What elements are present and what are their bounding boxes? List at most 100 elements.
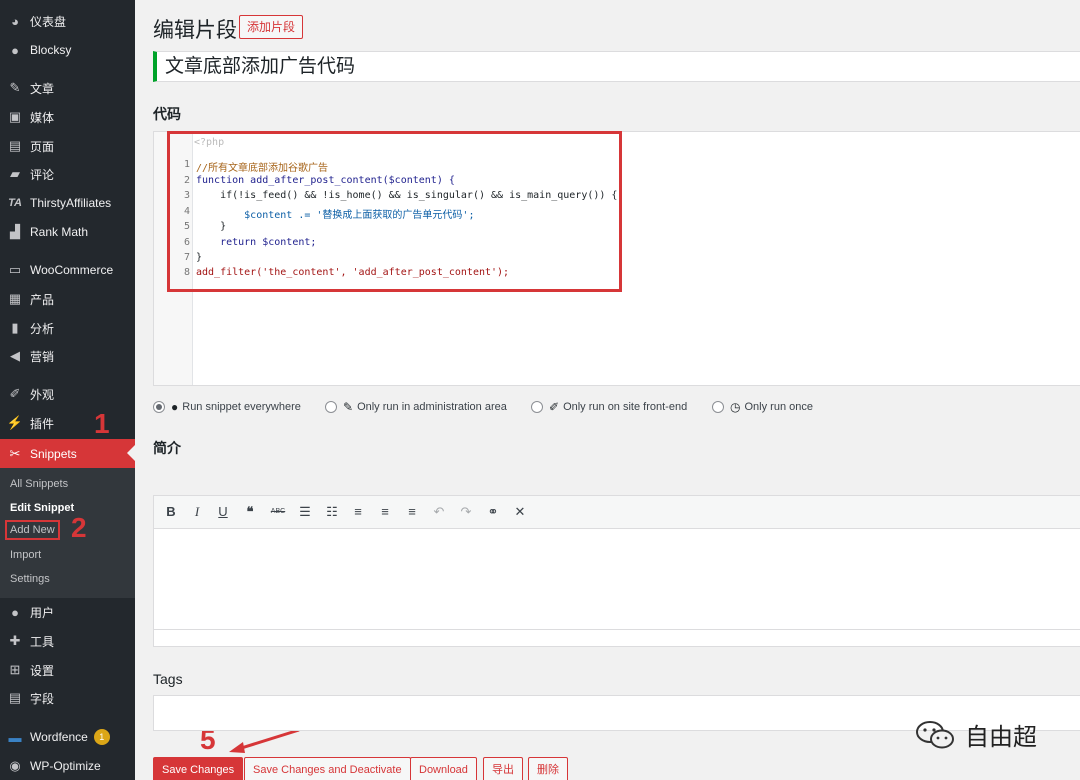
watermark: 自由超 — [915, 717, 1037, 752]
fullscreen-icon[interactable]: ✕ — [511, 504, 529, 520]
radio-checked[interactable] — [153, 401, 165, 413]
menu-label: 分析 — [30, 321, 55, 336]
wordfence-icon: ▬ — [8, 729, 22, 745]
undo-icon[interactable]: ↶ — [430, 504, 448, 520]
plugins-icon: ⚡ — [6, 415, 24, 430]
radio[interactable] — [531, 401, 543, 413]
dashboard-icon: ◕ — [11, 13, 19, 29]
bold-icon[interactable]: B — [162, 504, 180, 519]
scope-everywhere[interactable]: ● Run snippet everywhere — [153, 400, 301, 414]
redo-icon[interactable]: ↷ — [457, 504, 475, 520]
scope-frontend[interactable]: ✐ Only run on site front-end — [531, 400, 687, 414]
watermark-text: 自由超 — [965, 723, 1037, 751]
menu-comments[interactable]: ▰ 评论 — [0, 160, 135, 188]
appearance-icon: ✐ — [9, 386, 21, 401]
menu-dashboard[interactable]: ◕ 仪表盘 — [0, 7, 135, 35]
menu-label: 仪表盘 — [30, 14, 67, 29]
snippets-submenu: All Snippets Edit Snippet Add New Import… — [0, 468, 135, 598]
settings-icon: ⊞ — [9, 662, 21, 677]
scope-label: Only run in administration area — [357, 401, 507, 413]
delete-button[interactable]: 删除 — [528, 757, 568, 780]
menu-settings[interactable]: ⊞ 设置 — [0, 656, 135, 684]
users-icon: ● — [11, 604, 19, 620]
menu-label: WP-Optimize — [30, 759, 101, 773]
wechat-icon — [916, 720, 954, 748]
menu-posts[interactable]: ✎ 文章 — [0, 74, 135, 102]
scope-label: Only run once — [744, 401, 813, 413]
menu-wordfence[interactable]: ▬ Wordfence 1 — [0, 723, 135, 751]
tools-icon: ✚ — [9, 633, 21, 648]
numbered-list-icon[interactable]: ☷ — [323, 504, 341, 520]
menu-rankmath[interactable]: ▟ Rank Math — [0, 218, 135, 246]
wpoptimize-icon: ◉ — [9, 758, 21, 773]
menu-analytics[interactable]: ▮ 分析 — [0, 314, 135, 342]
align-left-icon[interactable]: ≡ — [349, 504, 367, 519]
menu-users[interactable]: ● 用户 — [0, 598, 135, 626]
radio[interactable] — [325, 401, 337, 413]
blocksy-icon: ● — [11, 42, 19, 58]
description-editor[interactable]: B I U ❝ ABC ☰ ☷ ≡ ≡ ≡ ↶ ↷ ⚭ ✕ — [153, 495, 1080, 647]
menu-label: 文章 — [30, 81, 55, 96]
scope-once[interactable]: ◷ Only run once — [712, 400, 813, 414]
editor-toolbar: B I U ❝ ABC ☰ ☷ ≡ ≡ ≡ ↶ ↷ ⚭ ✕ — [154, 496, 1080, 529]
menu-label: 产品 — [30, 292, 55, 307]
menu-blocksy[interactable]: ● Blocksy — [0, 36, 135, 64]
menu-thirstyaffiliates[interactable]: TA ThirstyAffiliates — [0, 189, 135, 217]
media-icon: ▣ — [8, 109, 22, 124]
menu-pages[interactable]: ▤ 页面 — [0, 132, 135, 160]
fields-icon: ▤ — [8, 690, 22, 705]
menu-media[interactable]: ▣ 媒体 — [0, 103, 135, 131]
rankmath-icon: ▟ — [10, 224, 20, 239]
save-deactivate-button[interactable]: Save Changes and Deactivate — [244, 757, 411, 780]
underline-icon[interactable]: U — [214, 504, 232, 519]
menu-label: 评论 — [30, 167, 55, 182]
menu-marketing[interactable]: ◀ 营销 — [0, 342, 135, 370]
snippet-title-input[interactable]: 文章底部添加广告代码 — [153, 51, 1080, 82]
annotation-1: 1 — [94, 408, 110, 439]
menu-snippets[interactable]: ✂ Snippets — [0, 439, 135, 469]
submenu-import[interactable]: Import — [10, 549, 41, 561]
submenu-add-new[interactable]: Add New — [5, 520, 60, 540]
blockquote-icon[interactable]: ❝ — [241, 504, 259, 520]
menu-label: 工具 — [30, 634, 55, 649]
menu-tools[interactable]: ✚ 工具 — [0, 627, 135, 655]
radio[interactable] — [712, 401, 724, 413]
add-snippet-button[interactable]: 添加片段 — [239, 15, 304, 39]
comments-icon: ▰ — [10, 166, 20, 181]
code-highlight-box — [167, 131, 622, 292]
export-button[interactable]: 导出 — [483, 757, 523, 780]
tags-label: Tags — [153, 671, 183, 687]
submenu-settings[interactable]: Settings — [10, 573, 50, 585]
pin-icon: ✎ — [9, 80, 21, 95]
submenu-edit-snippet[interactable]: Edit Snippet — [10, 502, 74, 514]
align-right-icon[interactable]: ≡ — [403, 504, 421, 519]
page-title: 编辑片段 — [153, 19, 237, 42]
clock-icon: ◷ — [730, 400, 741, 414]
italic-icon[interactable]: I — [188, 504, 206, 520]
products-icon: ▦ — [8, 291, 22, 306]
align-center-icon[interactable]: ≡ — [376, 504, 394, 519]
menu-label: Wordfence — [30, 730, 88, 744]
thirstyaffiliates-icon: TA — [8, 197, 22, 209]
download-button[interactable]: Download — [410, 757, 477, 780]
submenu-all-snippets[interactable]: All Snippets — [10, 478, 68, 490]
menu-label: 页面 — [30, 139, 55, 154]
menu-label: 用户 — [30, 605, 55, 620]
woocommerce-icon: ▭ — [8, 262, 22, 277]
save-changes-button[interactable]: Save Changes — [153, 757, 244, 780]
menu-label: Blocksy — [30, 43, 72, 57]
menu-products[interactable]: ▦ 产品 — [0, 285, 135, 313]
menu-appearance[interactable]: ✐ 外观 — [0, 380, 135, 408]
link-icon[interactable]: ⚭ — [484, 504, 502, 520]
menu-label: Rank Math — [30, 225, 89, 239]
scope-admin[interactable]: ✎ Only run in administration area — [325, 400, 507, 414]
strikethrough-icon[interactable]: ABC — [269, 508, 287, 515]
bullet-list-icon[interactable]: ☰ — [296, 504, 314, 520]
hammer-icon: ✐ — [549, 400, 560, 414]
editor-divider — [154, 629, 1080, 630]
menu-label: 媒体 — [30, 110, 55, 125]
menu-fields[interactable]: ▤ 字段 — [0, 684, 135, 712]
menu-wpoptimize[interactable]: ◉ WP-Optimize — [0, 752, 135, 780]
menu-woocommerce[interactable]: ▭ WooCommerce — [0, 256, 135, 284]
menu-plugins[interactable]: ⚡ 插件 — [0, 409, 135, 437]
